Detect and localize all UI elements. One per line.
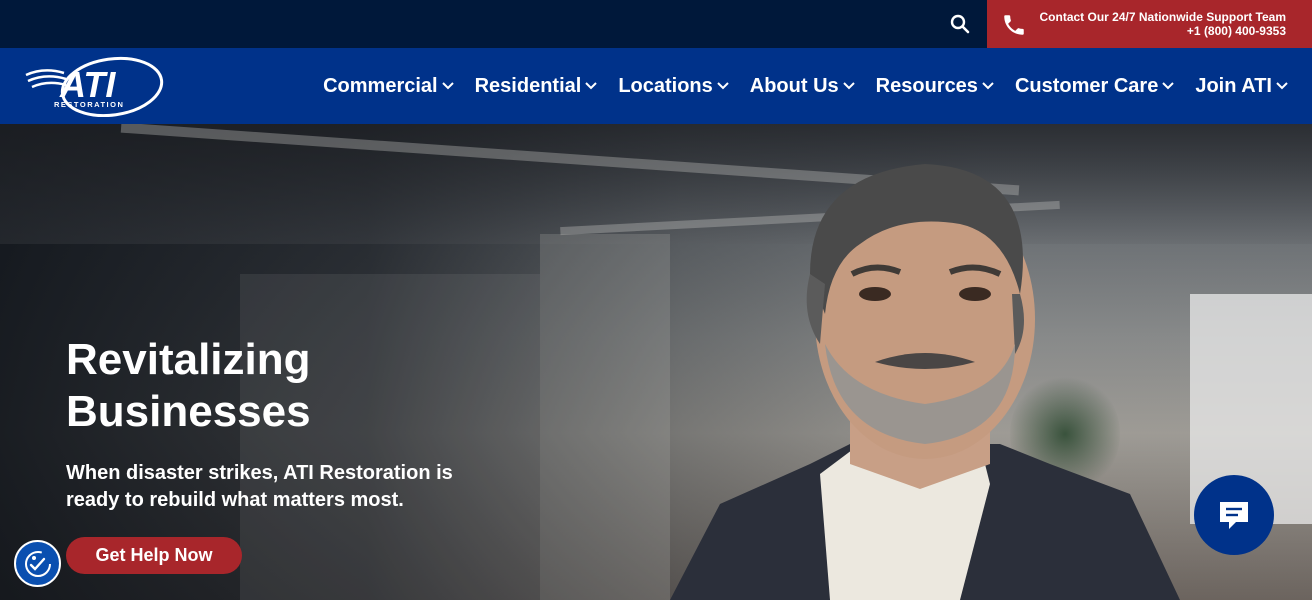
accessibility-button[interactable] bbox=[14, 540, 61, 587]
svg-text:RESTORATION: RESTORATION bbox=[54, 100, 124, 109]
nav-item-locations[interactable]: Locations bbox=[618, 74, 729, 98]
nav-item-about-us[interactable]: About Us bbox=[750, 75, 855, 98]
nav-item-label: Resources bbox=[875, 74, 978, 97]
nav-item-join-ati[interactable]: Join ATI bbox=[1195, 75, 1288, 98]
accessibility-icon bbox=[24, 550, 51, 577]
hero-person-image bbox=[670, 164, 1180, 600]
hero-subtitle: When disaster strikes, ATI Restoration i… bbox=[66, 462, 453, 511]
search-icon[interactable] bbox=[950, 14, 970, 34]
chevron-down-icon bbox=[717, 82, 729, 90]
nav-item-commercial[interactable]: Commercial bbox=[323, 75, 454, 98]
nav-menu: Commercial Residential Locations About U… bbox=[302, 48, 1288, 124]
nav-item-label: Locations bbox=[618, 74, 713, 97]
ati-logo[interactable]: ATI RESTORATION bbox=[24, 55, 168, 118]
nav-item-customer-care[interactable]: Customer Care bbox=[1014, 74, 1175, 98]
chevron-down-icon bbox=[441, 82, 454, 90]
chevron-down-icon bbox=[982, 82, 994, 90]
chevron-down-icon bbox=[842, 82, 855, 90]
search-button[interactable] bbox=[946, 10, 974, 38]
nav-item-label: Commercial bbox=[323, 74, 438, 97]
chevron-down-icon bbox=[1162, 82, 1175, 90]
chat-icon bbox=[1220, 502, 1248, 529]
ati-logo-mark: ATI RESTORATION bbox=[25, 56, 164, 118]
hero-title: Revitalizing Businesses bbox=[66, 335, 311, 436]
contact-label: Contact Our 24/7 Nationwide Support Team bbox=[1039, 10, 1286, 24]
get-help-now-button[interactable]: Get Help Now bbox=[66, 537, 242, 574]
main-navigation: ATI RESTORATION Commercial Residential L… bbox=[0, 48, 1312, 124]
hero-background-column bbox=[540, 234, 670, 600]
utility-bar: Contact Our 24/7 Nationwide Support Team… bbox=[0, 0, 1312, 48]
nav-item-label: Residential bbox=[474, 74, 582, 97]
nav-item-resources[interactable]: Resources bbox=[876, 75, 994, 98]
chevron-down-icon bbox=[585, 82, 598, 90]
nav-item-residential[interactable]: Residential bbox=[475, 75, 598, 98]
chat-button[interactable] bbox=[1194, 475, 1274, 555]
contact-phone-number: +1 (800) 400-9353 bbox=[1186, 24, 1286, 38]
contact-support-link[interactable]: Contact Our 24/7 Nationwide Support Team… bbox=[987, 0, 1312, 48]
hero-section: Revitalizing Businesses When disaster st… bbox=[0, 124, 1312, 600]
svg-text:ATI: ATI bbox=[59, 64, 116, 105]
nav-item-label: About Us bbox=[749, 74, 839, 97]
nav-item-label: Customer Care bbox=[1014, 74, 1159, 97]
chevron-down-icon bbox=[1276, 82, 1288, 90]
nav-item-label: Join ATI bbox=[1195, 74, 1272, 97]
phone-icon bbox=[1004, 15, 1024, 35]
